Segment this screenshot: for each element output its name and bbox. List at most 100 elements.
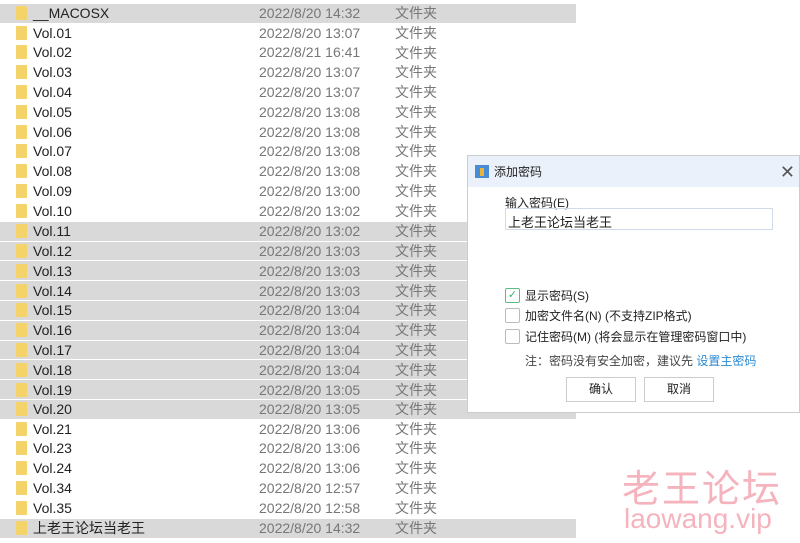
file-type: 文件夹 xyxy=(395,24,437,41)
folder-icon xyxy=(16,342,27,357)
file-type: 文件夹 xyxy=(395,183,437,200)
file-name: Vol.11 xyxy=(33,223,71,240)
folder-icon xyxy=(16,25,27,40)
file-date: 2022/8/20 13:05 xyxy=(259,401,361,418)
folder-icon xyxy=(16,362,27,377)
note-text: 注：密码没有安全加密，建议先 xyxy=(525,354,694,368)
file-type: 文件夹 xyxy=(395,341,437,358)
close-icon[interactable]: ✕ xyxy=(780,162,795,183)
file-date: 2022/8/20 13:04 xyxy=(259,341,361,358)
file-name: Vol.07 xyxy=(33,143,72,160)
add-password-dialog: 添加密码 ✕ 输入密码(E) 上老王论坛当老王 ✓ 显示密码(S) 加密文件名(N… xyxy=(467,155,800,413)
show-password-label: 显示密码(S) xyxy=(525,289,589,303)
checkmark-icon: ✓ xyxy=(505,288,520,303)
file-name: 上老王论坛当老王 xyxy=(33,520,145,537)
checkbox-box xyxy=(505,329,520,344)
file-type: 文件夹 xyxy=(395,242,437,259)
file-row[interactable]: Vol.04 2022/8/20 13:07 文件夹 xyxy=(0,82,576,102)
encrypt-filenames-label: 加密文件名(N) (不支持ZIP格式) xyxy=(525,309,692,323)
file-type: 文件夹 xyxy=(395,103,437,120)
file-date: 2022/8/20 13:02 xyxy=(259,202,361,219)
show-password-checkbox[interactable]: ✓ 显示密码(S) xyxy=(505,287,589,304)
file-date: 2022/8/20 13:07 xyxy=(259,84,361,101)
folder-icon xyxy=(16,65,27,80)
file-name: Vol.18 xyxy=(33,361,72,378)
file-type: 文件夹 xyxy=(395,401,437,418)
file-type: 文件夹 xyxy=(395,143,437,160)
file-name: Vol.12 xyxy=(33,242,72,259)
file-row[interactable]: 上老王论坛当老王 2022/8/20 14:32 文件夹 xyxy=(0,517,576,538)
file-date: 2022/8/20 13:00 xyxy=(259,183,361,200)
file-row[interactable]: Vol.03 2022/8/20 13:07 文件夹 xyxy=(0,62,576,82)
folder-icon xyxy=(16,303,27,318)
file-date: 2022/8/20 13:05 xyxy=(259,381,361,398)
folder-icon xyxy=(16,124,27,139)
file-row[interactable]: __MACOSX 2022/8/20 14:32 文件夹 xyxy=(0,3,576,23)
file-type: 文件夹 xyxy=(395,520,437,537)
file-date: 2022/8/20 13:03 xyxy=(259,262,361,279)
set-master-password-link[interactable]: 设置主密码 xyxy=(696,354,756,368)
file-name: Vol.09 xyxy=(33,183,72,200)
file-date: 2022/8/20 13:03 xyxy=(259,282,361,299)
file-row[interactable]: Vol.21 2022/8/20 13:06 文件夹 xyxy=(0,419,576,439)
folder-icon xyxy=(16,500,27,515)
file-date: 2022/8/20 13:04 xyxy=(259,302,361,319)
file-date: 2022/8/20 13:06 xyxy=(259,440,361,457)
file-date: 2022/8/20 13:08 xyxy=(259,123,361,140)
folder-icon xyxy=(16,521,27,536)
folder-icon xyxy=(16,382,27,397)
security-note: 注：密码没有安全加密，建议先 设置主密码 xyxy=(525,352,756,369)
file-row[interactable]: Vol.24 2022/8/20 13:06 文件夹 xyxy=(0,458,576,478)
file-type: 文件夹 xyxy=(395,84,437,101)
folder-icon xyxy=(16,45,27,60)
file-type: 文件夹 xyxy=(395,123,437,140)
file-name: Vol.20 xyxy=(33,401,72,418)
file-type: 文件夹 xyxy=(395,44,437,61)
file-name: Vol.14 xyxy=(33,282,72,299)
file-type: 文件夹 xyxy=(395,5,437,22)
file-row[interactable]: Vol.34 2022/8/20 12:57 文件夹 xyxy=(0,478,576,498)
folder-icon xyxy=(16,323,27,338)
remember-password-checkbox[interactable]: 记住密码(M) (将会显示在管理密码窗口中) xyxy=(505,328,746,345)
folder-icon xyxy=(16,164,27,179)
file-type: 文件夹 xyxy=(395,480,437,497)
file-date: 2022/8/20 13:03 xyxy=(259,242,361,259)
file-name: Vol.35 xyxy=(33,499,72,516)
file-type: 文件夹 xyxy=(395,381,437,398)
confirm-button[interactable]: 确认 xyxy=(566,377,636,402)
dialog-titlebar: 添加密码 ✕ xyxy=(468,156,799,187)
cancel-button[interactable]: 取消 xyxy=(644,377,714,402)
file-date: 2022/8/20 13:06 xyxy=(259,460,361,477)
folder-icon xyxy=(16,402,27,417)
file-row[interactable]: Vol.01 2022/8/20 13:07 文件夹 xyxy=(0,23,576,43)
file-type: 文件夹 xyxy=(395,420,437,437)
file-date: 2022/8/20 13:08 xyxy=(259,103,361,120)
file-type: 文件夹 xyxy=(395,64,437,81)
file-type: 文件夹 xyxy=(395,460,437,477)
file-name: Vol.19 xyxy=(33,381,72,398)
file-type: 文件夹 xyxy=(395,499,437,516)
password-input[interactable]: 上老王论坛当老王 xyxy=(505,208,773,230)
file-row[interactable]: Vol.02 2022/8/21 16:41 文件夹 xyxy=(0,43,576,63)
folder-icon xyxy=(16,481,27,496)
file-name: Vol.21 xyxy=(33,420,72,437)
encrypt-filenames-checkbox[interactable]: 加密文件名(N) (不支持ZIP格式) xyxy=(505,307,692,324)
file-row[interactable]: Vol.05 2022/8/20 13:08 文件夹 xyxy=(0,102,576,122)
file-name: Vol.03 xyxy=(33,64,72,81)
dialog-title: 添加密码 xyxy=(494,165,543,179)
file-date: 2022/8/20 13:08 xyxy=(259,143,361,160)
folder-icon xyxy=(16,85,27,100)
file-date: 2022/8/20 13:07 xyxy=(259,64,361,81)
file-name: Vol.10 xyxy=(33,202,72,219)
file-row[interactable]: Vol.35 2022/8/20 12:58 文件夹 xyxy=(0,498,576,518)
file-date: 2022/8/20 13:02 xyxy=(259,223,361,240)
folder-icon xyxy=(16,441,27,456)
file-name: Vol.15 xyxy=(33,302,72,319)
file-name: Vol.34 xyxy=(33,480,72,497)
file-row[interactable]: Vol.23 2022/8/20 13:06 文件夹 xyxy=(0,439,576,459)
file-date: 2022/8/20 12:58 xyxy=(259,499,361,516)
folder-icon xyxy=(16,203,27,218)
folder-icon xyxy=(16,224,27,239)
file-name: Vol.08 xyxy=(33,163,72,180)
file-row[interactable]: Vol.06 2022/8/20 13:08 文件夹 xyxy=(0,122,576,142)
